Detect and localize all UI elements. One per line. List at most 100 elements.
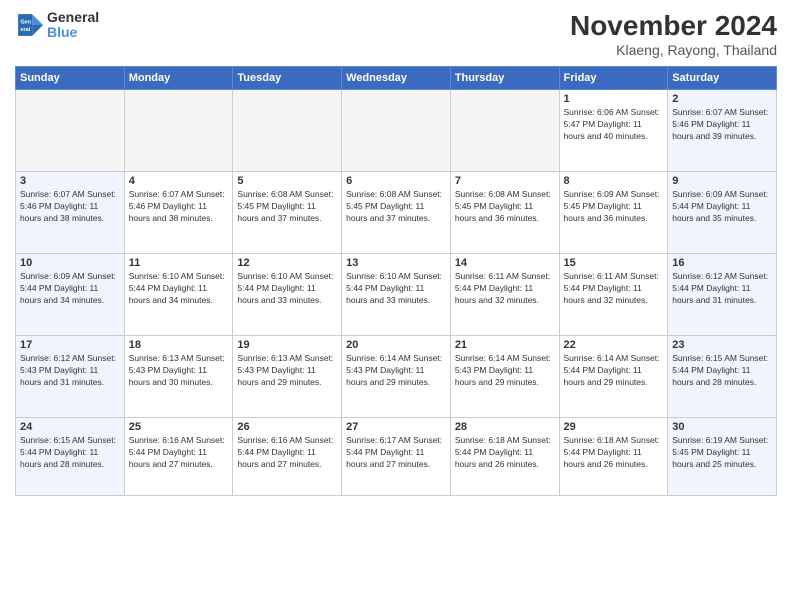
day-info: Sunrise: 6:07 AM Sunset: 5:46 PM Dayligh… — [672, 107, 772, 143]
day-number: 16 — [672, 257, 772, 269]
calendar-cell: 25 Sunrise: 6:16 AM Sunset: 5:44 PM Dayli… — [124, 418, 233, 496]
calendar-cell: 6 Sunrise: 6:08 AM Sunset: 5:45 PM Daylig… — [342, 172, 451, 254]
col-thursday: Thursday — [450, 67, 559, 90]
day-number: 29 — [564, 421, 664, 433]
day-number: 25 — [129, 421, 229, 433]
day-info: Sunrise: 6:18 AM Sunset: 5:44 PM Dayligh… — [564, 435, 664, 471]
col-wednesday: Wednesday — [342, 67, 451, 90]
logo-icon: Gen eral — [15, 11, 43, 39]
calendar-cell — [16, 90, 125, 172]
col-friday: Friday — [559, 67, 668, 90]
calendar-cell — [124, 90, 233, 172]
calendar-cell: 30 Sunrise: 6:19 AM Sunset: 5:45 PM Dayli… — [668, 418, 777, 496]
day-number: 8 — [564, 175, 664, 187]
day-number: 20 — [346, 339, 446, 351]
day-number: 1 — [564, 93, 664, 105]
day-number: 21 — [455, 339, 555, 351]
calendar-cell: 5 Sunrise: 6:08 AM Sunset: 5:45 PM Daylig… — [233, 172, 342, 254]
day-info: Sunrise: 6:07 AM Sunset: 5:46 PM Dayligh… — [20, 189, 120, 225]
calendar-cell: 13 Sunrise: 6:10 AM Sunset: 5:44 PM Dayli… — [342, 254, 451, 336]
svg-text:eral: eral — [20, 28, 30, 34]
day-info: Sunrise: 6:16 AM Sunset: 5:44 PM Dayligh… — [129, 435, 229, 471]
day-info: Sunrise: 6:15 AM Sunset: 5:44 PM Dayligh… — [672, 353, 772, 389]
day-info: Sunrise: 6:17 AM Sunset: 5:44 PM Dayligh… — [346, 435, 446, 471]
day-info: Sunrise: 6:09 AM Sunset: 5:44 PM Dayligh… — [672, 189, 772, 225]
week-row-4: 17Sunrise: 6:12 AM Sunset: 5:43 PM Dayli… — [16, 336, 777, 418]
calendar-cell: 8 Sunrise: 6:09 AM Sunset: 5:45 PM Daylig… — [559, 172, 668, 254]
day-info: Sunrise: 6:13 AM Sunset: 5:43 PM Dayligh… — [237, 353, 337, 389]
calendar-header-row: Sunday Monday Tuesday Wednesday Thursday… — [16, 67, 777, 90]
logo: Gen eral General Blue — [15, 10, 99, 41]
calendar-cell: 23 Sunrise: 6:15 AM Sunset: 5:44 PM Dayli… — [668, 336, 777, 418]
day-number: 19 — [237, 339, 337, 351]
day-number: 30 — [672, 421, 772, 433]
week-row-1: 1Sunrise: 6:06 AM Sunset: 5:47 PM Daylig… — [16, 90, 777, 172]
day-info: Sunrise: 6:12 AM Sunset: 5:44 PM Dayligh… — [672, 271, 772, 307]
day-number: 23 — [672, 339, 772, 351]
day-number: 14 — [455, 257, 555, 269]
week-row-3: 10Sunrise: 6:09 AM Sunset: 5:44 PM Dayli… — [16, 254, 777, 336]
calendar-cell: 17Sunrise: 6:12 AM Sunset: 5:43 PM Dayli… — [16, 336, 125, 418]
logo-line1: General — [47, 10, 99, 25]
location: Klaeng, Rayong, Thailand — [570, 42, 777, 58]
col-saturday: Saturday — [668, 67, 777, 90]
calendar-cell: 16 Sunrise: 6:12 AM Sunset: 5:44 PM Dayli… — [668, 254, 777, 336]
day-info: Sunrise: 6:10 AM Sunset: 5:44 PM Dayligh… — [346, 271, 446, 307]
day-info: Sunrise: 6:11 AM Sunset: 5:44 PM Dayligh… — [455, 271, 555, 307]
day-info: Sunrise: 6:08 AM Sunset: 5:45 PM Dayligh… — [455, 189, 555, 225]
day-info: Sunrise: 6:19 AM Sunset: 5:45 PM Dayligh… — [672, 435, 772, 471]
day-info: Sunrise: 6:10 AM Sunset: 5:44 PM Dayligh… — [237, 271, 337, 307]
day-info: Sunrise: 6:18 AM Sunset: 5:44 PM Dayligh… — [455, 435, 555, 471]
day-info: Sunrise: 6:13 AM Sunset: 5:43 PM Dayligh… — [129, 353, 229, 389]
day-number: 5 — [237, 175, 337, 187]
col-monday: Monday — [124, 67, 233, 90]
month-title: November 2024 — [570, 10, 777, 42]
title-area: November 2024 Klaeng, Rayong, Thailand — [570, 10, 777, 58]
day-info: Sunrise: 6:12 AM Sunset: 5:43 PM Dayligh… — [20, 353, 120, 389]
day-info: Sunrise: 6:07 AM Sunset: 5:46 PM Dayligh… — [129, 189, 229, 225]
col-sunday: Sunday — [16, 67, 125, 90]
calendar-cell: 4Sunrise: 6:07 AM Sunset: 5:46 PM Daylig… — [124, 172, 233, 254]
day-number: 7 — [455, 175, 555, 187]
day-number: 18 — [129, 339, 229, 351]
day-number: 12 — [237, 257, 337, 269]
day-number: 22 — [564, 339, 664, 351]
day-info: Sunrise: 6:16 AM Sunset: 5:44 PM Dayligh… — [237, 435, 337, 471]
logo-text: General Blue — [47, 10, 99, 41]
calendar-cell: 28 Sunrise: 6:18 AM Sunset: 5:44 PM Dayli… — [450, 418, 559, 496]
calendar-cell: 1Sunrise: 6:06 AM Sunset: 5:47 PM Daylig… — [559, 90, 668, 172]
calendar-cell: 24 Sunrise: 6:15 AM Sunset: 5:44 PM Dayli… — [16, 418, 125, 496]
calendar-cell — [450, 90, 559, 172]
calendar-cell — [342, 90, 451, 172]
day-number: 28 — [455, 421, 555, 433]
day-number: 6 — [346, 175, 446, 187]
calendar-cell: 20Sunrise: 6:14 AM Sunset: 5:43 PM Dayli… — [342, 336, 451, 418]
day-number: 13 — [346, 257, 446, 269]
svg-text:Gen: Gen — [20, 20, 31, 26]
header: Gen eral General Blue November 2024 Klae… — [15, 10, 777, 58]
day-info: Sunrise: 6:15 AM Sunset: 5:44 PM Dayligh… — [20, 435, 120, 471]
calendar-cell: 22 Sunrise: 6:14 AM Sunset: 5:44 PM Dayli… — [559, 336, 668, 418]
day-number: 27 — [346, 421, 446, 433]
calendar-cell: 9 Sunrise: 6:09 AM Sunset: 5:44 PM Daylig… — [668, 172, 777, 254]
day-number: 9 — [672, 175, 772, 187]
calendar-cell: 14 Sunrise: 6:11 AM Sunset: 5:44 PM Dayli… — [450, 254, 559, 336]
day-info: Sunrise: 6:08 AM Sunset: 5:45 PM Dayligh… — [346, 189, 446, 225]
day-info: Sunrise: 6:09 AM Sunset: 5:45 PM Dayligh… — [564, 189, 664, 225]
calendar-cell: 3Sunrise: 6:07 AM Sunset: 5:46 PM Daylig… — [16, 172, 125, 254]
day-number: 24 — [20, 421, 120, 433]
calendar-cell: 21 Sunrise: 6:14 AM Sunset: 5:43 PM Dayli… — [450, 336, 559, 418]
calendar-cell: 7 Sunrise: 6:08 AM Sunset: 5:45 PM Daylig… — [450, 172, 559, 254]
day-number: 26 — [237, 421, 337, 433]
day-info: Sunrise: 6:11 AM Sunset: 5:44 PM Dayligh… — [564, 271, 664, 307]
calendar: Sunday Monday Tuesday Wednesday Thursday… — [15, 66, 777, 496]
calendar-cell — [233, 90, 342, 172]
calendar-cell: 19 Sunrise: 6:13 AM Sunset: 5:43 PM Dayli… — [233, 336, 342, 418]
col-tuesday: Tuesday — [233, 67, 342, 90]
page: Gen eral General Blue November 2024 Klae… — [0, 0, 792, 612]
day-info: Sunrise: 6:14 AM Sunset: 5:44 PM Dayligh… — [564, 353, 664, 389]
day-info: Sunrise: 6:14 AM Sunset: 5:43 PM Dayligh… — [455, 353, 555, 389]
calendar-cell: 26 Sunrise: 6:16 AM Sunset: 5:44 PM Dayli… — [233, 418, 342, 496]
day-info: Sunrise: 6:10 AM Sunset: 5:44 PM Dayligh… — [129, 271, 229, 307]
day-info: Sunrise: 6:08 AM Sunset: 5:45 PM Dayligh… — [237, 189, 337, 225]
